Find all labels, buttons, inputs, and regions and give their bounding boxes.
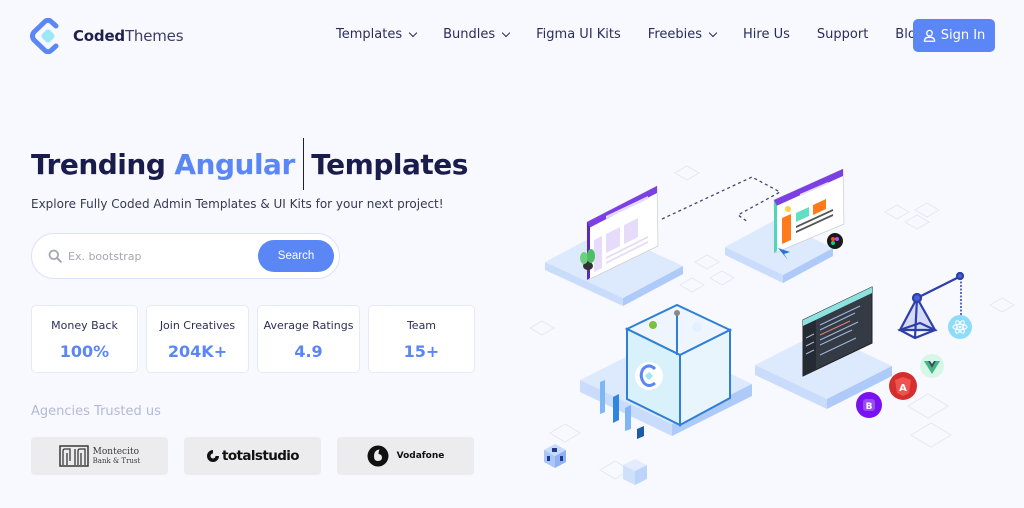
stat-value: 204K+ bbox=[167, 342, 228, 361]
user-icon bbox=[923, 29, 935, 42]
search-icon bbox=[48, 249, 62, 263]
sign-in-button[interactable]: Sign In bbox=[913, 19, 995, 52]
chevron-down-icon bbox=[501, 28, 511, 37]
nav-label: Bundles bbox=[443, 27, 496, 42]
title-start: Trending bbox=[31, 147, 166, 181]
agencies-title: Agencies Trusted us bbox=[31, 404, 161, 419]
figma-icon bbox=[827, 233, 843, 249]
stat-value: 15+ bbox=[403, 342, 440, 361]
brand-name: Montecito bbox=[92, 447, 139, 457]
brand-name: totalstudio bbox=[222, 448, 300, 464]
coded-themes-logo-icon bbox=[30, 17, 66, 55]
typing-cursor bbox=[302, 138, 305, 190]
stat-label: Money Back bbox=[51, 319, 118, 332]
brand-name: Vodafone bbox=[396, 451, 445, 461]
angular-letter: A bbox=[899, 383, 907, 394]
search-bar: Search bbox=[31, 233, 340, 279]
page-title: Trending Angular Templates bbox=[31, 138, 468, 190]
stat-value: 4.9 bbox=[294, 342, 323, 361]
stat-label: Join Creatives bbox=[159, 319, 236, 332]
logo-text-light: Themes bbox=[124, 27, 184, 45]
nav-bundles[interactable]: Bundles bbox=[443, 27, 511, 42]
chevron-down-icon bbox=[408, 28, 418, 37]
hero-subtitle: Explore Fully Coded Admin Templates & UI… bbox=[31, 197, 444, 211]
main-nav: Templates Bundles Figma UI Kits Freebies… bbox=[336, 27, 924, 42]
vodafone-logo-icon bbox=[367, 445, 389, 467]
small-cube-light bbox=[623, 459, 647, 485]
nav-label: Templates bbox=[336, 27, 403, 42]
nav-label: Freebies bbox=[647, 27, 703, 42]
chevron-down-icon bbox=[708, 28, 718, 37]
title-accent: Angular bbox=[174, 147, 295, 181]
bootstrap-letter: B bbox=[866, 402, 873, 412]
search-input[interactable] bbox=[68, 246, 248, 266]
title-end: Templates bbox=[311, 147, 468, 181]
stat-card: Team 15+ bbox=[368, 305, 475, 373]
sign-in-label: Sign In bbox=[940, 28, 986, 43]
small-cube-icon bbox=[544, 444, 566, 468]
totalstudio-logo-icon bbox=[207, 450, 219, 462]
decorative-tiles bbox=[529, 165, 1015, 480]
stat-label: Team bbox=[406, 319, 437, 332]
brand-logos: Montecito Bank & Trust totalstudio Vodaf… bbox=[31, 437, 474, 475]
logo-text-bold: Coded bbox=[73, 27, 125, 45]
montecito-logo-icon bbox=[58, 445, 89, 467]
logo[interactable]: CodedThemes bbox=[30, 17, 184, 55]
bootstrap-icon: B bbox=[856, 392, 882, 418]
nav-label: Hire Us bbox=[743, 27, 790, 42]
dashed-connector bbox=[661, 176, 782, 223]
vue-icon bbox=[920, 354, 944, 378]
stat-card: Average Ratings 4.9 bbox=[257, 305, 360, 373]
stat-card: Money Back 100% bbox=[31, 305, 138, 373]
brand-sub: Bank & Trust bbox=[92, 457, 141, 465]
react-icon bbox=[948, 315, 972, 339]
stat-value: 100% bbox=[59, 342, 110, 361]
nav-hire-us[interactable]: Hire Us bbox=[743, 27, 790, 42]
logo-text: CodedThemes bbox=[73, 27, 184, 45]
stat-label: Average Ratings bbox=[263, 319, 354, 332]
nav-freebies[interactable]: Freebies bbox=[647, 27, 718, 42]
stat-card: Join Creatives 204K+ bbox=[146, 305, 249, 373]
brand-totalstudio: totalstudio bbox=[184, 437, 321, 475]
site-header: CodedThemes Templates Bundles Figma UI K… bbox=[0, 0, 1024, 72]
nav-figma-ui-kits[interactable]: Figma UI Kits bbox=[536, 27, 621, 42]
nav-support[interactable]: Support bbox=[817, 27, 868, 42]
nav-templates[interactable]: Templates bbox=[336, 27, 418, 42]
hero-illustration: A B bbox=[529, 165, 1015, 485]
nav-label: Support bbox=[816, 27, 869, 42]
brand-montecito: Montecito Bank & Trust bbox=[31, 437, 168, 475]
nav-label: Figma UI Kits bbox=[536, 27, 621, 42]
search-button[interactable]: Search bbox=[258, 240, 334, 272]
stats-row: Money Back 100% Join Creatives 204K+ Ave… bbox=[31, 305, 475, 373]
angular-icon: A bbox=[889, 372, 917, 400]
brand-vodafone: Vodafone bbox=[337, 437, 474, 475]
glass-cube bbox=[624, 303, 733, 427]
